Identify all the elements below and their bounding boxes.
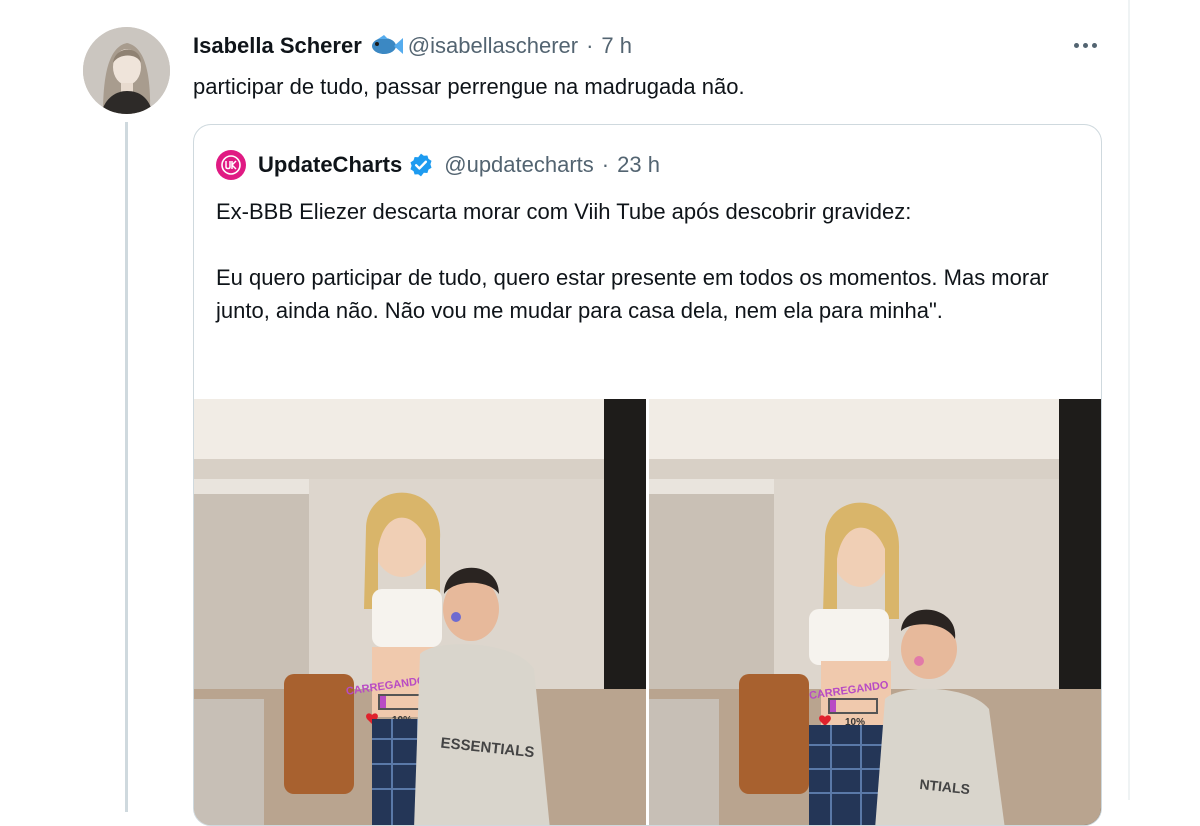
photo-couple-left: CARREGANDO 10% ESSENTIALS (194, 399, 646, 825)
quoted-author-name[interactable]: UpdateCharts (258, 152, 402, 178)
quoted-author-avatar[interactable] (216, 150, 246, 180)
updatecharts-logo-icon (221, 155, 241, 175)
quoted-header-separator: · (601, 152, 610, 177)
author-avatar[interactable] (83, 27, 170, 114)
quoted-author-handle[interactable]: @updatecharts (444, 152, 594, 178)
quoted-tweet-header: UpdateCharts @updatecharts · 23 h (216, 150, 660, 180)
quoted-photo-1[interactable]: CARREGANDO 10% ESSENTIALS (194, 399, 646, 825)
quoted-paragraph-2: Eu quero participar de tudo, quero estar… (216, 265, 1049, 323)
more-options-button[interactable] (1068, 30, 1102, 60)
quoted-media-grid: CARREGANDO 10% ESSENTIALS (194, 399, 1101, 825)
timeline-border (1128, 0, 1130, 800)
tweet-text: participar de tudo, passar perrengue na … (193, 74, 745, 99)
more-dot-icon (1091, 42, 1097, 48)
tweet-timestamp[interactable]: 7 h (601, 33, 632, 59)
avatar-image (83, 27, 170, 114)
author-name[interactable]: Isabella Scherer (193, 33, 362, 59)
quoted-photo-2[interactable]: CARREGANDO 10% NTIALS (649, 399, 1101, 825)
more-dot-icon (1073, 42, 1079, 48)
quoted-tweet-card[interactable]: UpdateCharts @updatecharts · 23 h Ex-BBB… (193, 124, 1102, 826)
author-handle[interactable]: @isabellascherer (408, 33, 578, 59)
quoted-paragraph-1: Ex-BBB Eliezer descarta morar com Viih T… (216, 199, 912, 224)
more-dot-icon (1082, 42, 1088, 48)
thread-line (125, 122, 128, 812)
verified-badge-icon (410, 153, 432, 177)
quoted-tweet-timestamp[interactable]: 23 h (617, 152, 660, 178)
header-separator: · (586, 33, 594, 58)
quoted-tweet-text: Ex-BBB Eliezer descarta morar com Viih T… (216, 195, 1086, 327)
fish-icon (371, 35, 403, 54)
tweet-header: Isabella Scherer @isabellascherer · 7 h (193, 32, 632, 60)
photo-couple-right: CARREGANDO 10% NTIALS (649, 399, 1101, 825)
